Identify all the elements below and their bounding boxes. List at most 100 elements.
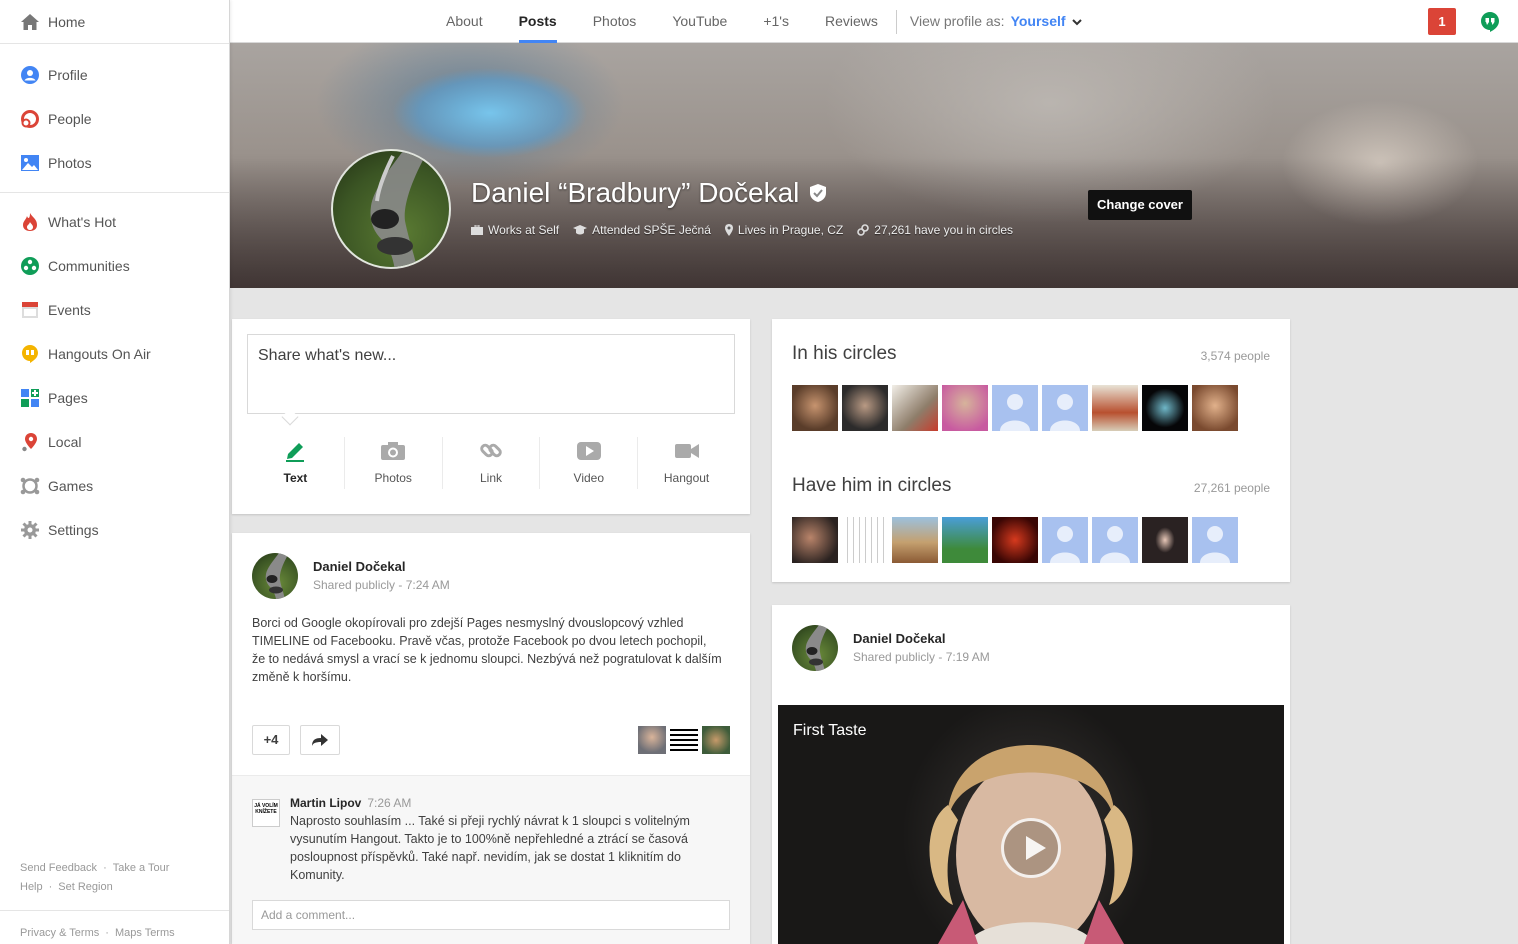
notification-badge[interactable]: 1 [1428, 8, 1456, 35]
nav-item-hangouts-on-air[interactable]: Hangouts On Air [0, 332, 229, 376]
map-pin-icon [20, 432, 40, 452]
post-header: Daniel Dočekal Shared publicly - 7:24 AM [252, 553, 450, 599]
post-author[interactable]: Daniel Dočekal [313, 559, 450, 574]
circle-member-avatar[interactable] [792, 385, 838, 431]
plus-one-button[interactable]: +4 [252, 725, 290, 755]
nav-item-local[interactable]: Local [0, 420, 229, 464]
video-camera-icon [674, 444, 699, 458]
nav-item-profile[interactable]: Profile [0, 53, 229, 97]
post-visibility[interactable]: Shared publicly [313, 578, 395, 592]
nav-item-events[interactable]: Events [0, 288, 229, 332]
default-avatar[interactable] [1042, 517, 1088, 563]
nav-item-photos[interactable]: Photos [0, 141, 229, 185]
post-time[interactable]: 7:19 AM [946, 650, 990, 664]
have-him-title[interactable]: Have him in circles [792, 475, 951, 497]
nav-item-people[interactable]: People [0, 97, 229, 141]
post-author[interactable]: Daniel Dočekal [853, 631, 990, 646]
meta-circled: 27,261 have you in circles [857, 223, 1013, 237]
comment-time: 7:26 AM [367, 796, 412, 810]
set-region-link[interactable]: Set Region [58, 881, 112, 893]
follower-avatar[interactable] [892, 517, 938, 563]
share-input[interactable]: Share what's new... [247, 334, 735, 414]
nav-item-games[interactable]: Games [0, 464, 229, 508]
post-time[interactable]: 7:24 AM [406, 578, 450, 592]
share-video-button[interactable]: Video [540, 437, 639, 489]
have-him-avatars [792, 517, 1238, 563]
tab-plus-ones[interactable]: +1's [745, 0, 807, 43]
author-avatar[interactable] [792, 625, 838, 671]
plus-one-avatars [638, 726, 730, 754]
default-avatar[interactable] [1192, 517, 1238, 563]
comments-section: JÁ VOLÍM KNÍŽETE Martin Lipov 7:26 AM Nap… [232, 775, 750, 944]
share-text-button[interactable]: Text [247, 437, 345, 489]
post-visibility[interactable]: Shared publicly [853, 650, 935, 664]
meta-works-text: Works at Self [488, 223, 560, 237]
pages-icon [20, 388, 40, 408]
follower-avatar[interactable] [792, 517, 838, 563]
tab-posts[interactable]: Posts [501, 0, 575, 43]
nav-item-communities[interactable]: Communities [0, 244, 229, 288]
hangouts-icon[interactable] [1480, 11, 1500, 36]
post-meta: Shared publicly - 7:24 AM [313, 578, 450, 592]
default-avatar[interactable] [992, 385, 1038, 431]
plusser-avatar[interactable] [638, 726, 666, 754]
share-hangout-label: Hangout [663, 471, 710, 485]
plusser-avatar[interactable] [702, 726, 730, 754]
take-tour-link[interactable]: Take a Tour [113, 862, 170, 874]
footer-links-row3: Privacy & Terms · Maps Terms [20, 927, 175, 939]
meta-lives: Lives in Prague, CZ [724, 223, 843, 237]
help-link[interactable]: Help [20, 881, 43, 893]
plusser-avatar[interactable] [670, 726, 698, 754]
circle-member-avatar[interactable] [1192, 385, 1238, 431]
circle-member-avatar[interactable] [1142, 385, 1188, 431]
profile-avatar[interactable] [331, 149, 451, 269]
follower-avatar[interactable] [842, 517, 888, 563]
share-link-button[interactable]: Link [443, 437, 541, 489]
play-button-icon[interactable] [1001, 818, 1061, 878]
follower-avatar[interactable] [942, 517, 988, 563]
nav-item-whats-hot[interactable]: What's Hot [0, 200, 229, 244]
change-cover-button[interactable]: Change cover [1088, 190, 1192, 220]
send-feedback-link[interactable]: Send Feedback [20, 862, 97, 874]
default-avatar[interactable] [1042, 385, 1088, 431]
share-hangout-button[interactable]: Hangout [638, 437, 735, 489]
left-navigation: Home Profile People Photos What's Hot Co… [0, 0, 230, 944]
circles-icon [20, 109, 40, 129]
tab-about[interactable]: About [428, 0, 501, 43]
privacy-terms-link[interactable]: Privacy & Terms [20, 927, 99, 939]
follower-avatar[interactable] [1142, 517, 1188, 563]
circle-member-avatar[interactable] [892, 385, 938, 431]
post-body: Borci od Google okopírovali pro zdejší P… [252, 616, 722, 684]
video-embed[interactable]: First Taste [778, 705, 1284, 944]
tab-photos[interactable]: Photos [575, 0, 655, 43]
nav-label-hangouts-on-air: Hangouts On Air [48, 346, 151, 362]
nav-item-pages[interactable]: Pages [0, 376, 229, 420]
in-circles-title[interactable]: In his circles [792, 343, 897, 365]
circle-member-avatar[interactable] [942, 385, 988, 431]
circle-member-avatar[interactable] [842, 385, 888, 431]
location-pin-icon [724, 224, 733, 236]
comment-author[interactable]: Martin Lipov [290, 796, 361, 810]
tab-youtube[interactable]: YouTube [654, 0, 745, 43]
add-comment-input[interactable]: Add a comment... [252, 900, 730, 930]
reshare-button[interactable] [300, 725, 340, 755]
default-avatar[interactable] [1092, 517, 1138, 563]
view-profile-as[interactable]: View profile as: Yourself [897, 0, 1083, 43]
nav-item-settings[interactable]: Settings [0, 508, 229, 552]
share-photos-button[interactable]: Photos [345, 437, 443, 489]
tab-reviews[interactable]: Reviews [807, 0, 896, 43]
camera-icon [381, 442, 406, 460]
post-header: Daniel Dočekal Shared publicly - 7:19 AM [792, 625, 990, 671]
follower-avatar[interactable] [992, 517, 1038, 563]
author-avatar[interactable] [252, 553, 298, 599]
nav-item-home[interactable]: Home [0, 0, 229, 44]
footer-links-row2: Help · Set Region [20, 881, 113, 893]
maps-terms-link[interactable]: Maps Terms [115, 927, 175, 939]
nav-label-communities: Communities [48, 258, 130, 274]
circle-member-avatar[interactable] [1092, 385, 1138, 431]
comment-header: Martin Lipov 7:26 AM [290, 796, 411, 810]
nav-label-whats-hot: What's Hot [48, 214, 117, 230]
video-title: First Taste [793, 722, 867, 739]
footer-links-row1: Send Feedback · Take a Tour [20, 862, 170, 874]
commenter-avatar[interactable]: JÁ VOLÍM KNÍŽETE [252, 799, 280, 827]
